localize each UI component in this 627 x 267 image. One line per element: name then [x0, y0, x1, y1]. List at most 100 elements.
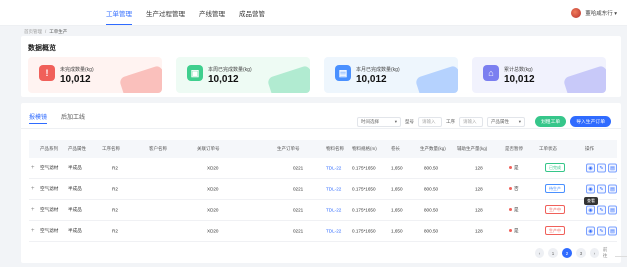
card-decoration [414, 64, 458, 93]
status-dot [509, 166, 512, 170]
table-row[interactable]: + 空气滤材 半成品 R2 XD20 0221 TDL-22 0.175*165… [29, 200, 617, 221]
cell-length: 1,650 [391, 165, 403, 171]
user-menu[interactable]: 董哈咸东行 ▾ [571, 8, 617, 18]
filter-bar: 时间选择 ▾ 型号 请输入 工序 请输入 产品属性 ▾ 划粗工单 导入生产订单 [357, 116, 611, 127]
edit-icon[interactable]: ✎ [597, 205, 606, 215]
import-order-button[interactable]: 导入生产订单 [570, 116, 611, 127]
subtab-post-process[interactable]: 后加工线 [61, 112, 85, 124]
cell-material-link[interactable]: TDL-22 [326, 208, 341, 213]
cell-material-link[interactable]: TDL-22 [326, 187, 341, 192]
row-actions: ◉ ✎ ▤ [586, 163, 617, 173]
goto-label: 前往 [602, 247, 608, 258]
expand-icon[interactable]: + [31, 228, 35, 234]
cell-attr: 半成品 [68, 207, 82, 212]
paused-text: 是 [514, 207, 519, 212]
column-header: 生产订单号 [277, 146, 300, 151]
cell-related-order: XD20 [207, 186, 219, 192]
stat-label: 本周已完成数量(kg) [208, 67, 252, 73]
view-icon[interactable]: ◉ [586, 205, 595, 215]
process-label: 工序 [446, 118, 455, 124]
status-badge: 生产中 [545, 205, 565, 214]
column-header: 卷长 [391, 146, 400, 151]
model-input[interactable]: 请输入 [418, 116, 442, 127]
page-button[interactable]: 3 [575, 248, 586, 258]
view-icon[interactable]: ◉ [586, 226, 595, 236]
page-button[interactable]: 2 [561, 248, 572, 258]
cell-attr: 半成品 [68, 228, 82, 233]
cell-paused: 否 [509, 186, 519, 192]
time-select[interactable]: 时间选择 ▾ [357, 116, 401, 127]
chevron-down-icon: ▾ [518, 118, 521, 124]
cell-attr: 半成品 [68, 165, 82, 170]
goto-input[interactable] [614, 249, 627, 257]
breadcrumb-home[interactable]: 首页管理 [24, 29, 42, 35]
table-row[interactable]: + 空气滤材 半成品 R2 XD20 0221 TDL-22 0.175*165… [29, 221, 617, 242]
expand-icon[interactable]: + [31, 165, 35, 171]
cell-material-link[interactable]: TDL-22 [326, 229, 341, 234]
next-page-button[interactable]: › [589, 248, 599, 258]
column-header: 工单状态 [539, 146, 557, 151]
stat-card: ! 未完成数量(kg) 10,012 [28, 57, 162, 93]
subtab-report[interactable]: 报模镜 [29, 112, 48, 124]
cell-related-order: XD20 [207, 228, 219, 234]
row-actions: ◉ ✎ ▤ [586, 205, 617, 215]
process-input[interactable]: 请输入 [459, 116, 483, 127]
tab-production-process[interactable]: 生产过程管理 [146, 8, 185, 25]
row-actions: ◉ ✎ ▤ [586, 226, 617, 236]
edit-icon[interactable]: ✎ [597, 163, 606, 173]
column-header: 关联订单号 [197, 146, 220, 151]
table-row[interactable]: + 空气滤材 半成品 R2 XD20 0221 TDL-22 0.175*165… [29, 158, 617, 179]
report-icon[interactable]: ▤ [608, 184, 617, 194]
cell-aux-quantity: 128 [475, 228, 483, 234]
tab-work-order[interactable]: 工单管理 [106, 8, 132, 25]
stat-value: 10,012 [208, 74, 239, 85]
product-attr-label: 产品属性 [491, 118, 509, 124]
column-header: 辅助生产量(kg) [457, 146, 488, 151]
stat-label: 未完成数量(kg) [60, 67, 94, 73]
tab-line-management[interactable]: 产线管理 [199, 8, 225, 25]
prev-page-button[interactable]: ‹ [535, 248, 544, 258]
report-icon[interactable]: ▤ [608, 163, 617, 173]
stat-card: ▣ 本周已完成数量(kg) 10,012 [176, 57, 310, 93]
status-badge: 生产中 [545, 226, 565, 235]
work-order-panel: 报模镜 后加工线 时间选择 ▾ 型号 请输入 工序 请输入 产品属性 ▾ 划粗工… [21, 103, 627, 263]
row-actions: ◉ ✎ ▤ [586, 184, 617, 194]
cell-spec: 0.175*1650 [352, 165, 376, 171]
tab-finished-goods[interactable]: 成品营管 [239, 8, 265, 25]
cell-process: R2 [112, 165, 118, 171]
product-attr-select[interactable]: 产品属性 ▾ [487, 116, 525, 127]
cell-aux-quantity: 128 [475, 165, 483, 171]
paused-text: 否 [514, 186, 519, 191]
edit-icon[interactable]: ✎ [597, 226, 606, 236]
column-header: 产品属性 [68, 146, 86, 151]
paused-text: 是 [514, 228, 519, 233]
total-icon: ⌂ [483, 65, 499, 81]
edit-icon[interactable]: ✎ [597, 184, 606, 194]
stat-label: 累计总数(kg) [504, 67, 533, 73]
cell-order-no: 0221 [293, 186, 304, 192]
card-decoration [562, 64, 606, 93]
expand-icon[interactable]: + [31, 186, 35, 192]
cell-material-link[interactable]: TDL-22 [326, 166, 341, 171]
cell-paused: 是 [509, 228, 519, 234]
time-select-label: 时间选择 [361, 118, 379, 124]
column-header: 物料规格(m) [352, 146, 377, 151]
report-icon[interactable]: ▤ [608, 205, 617, 215]
divider [21, 128, 621, 129]
view-icon[interactable]: ◉ [586, 184, 595, 194]
column-header: 产品系列 [40, 146, 58, 151]
table-row[interactable]: + 空气滤材 半成品 R2 XD20 0221 TDL-22 0.175*165… [29, 179, 617, 200]
column-header: 工序名称 [102, 146, 120, 151]
status-dot [509, 187, 512, 191]
expand-icon[interactable]: + [31, 207, 35, 213]
card-decoration [266, 64, 310, 93]
top-navbar: 工单管理 生产过程管理 产线管理 成品营管 董哈咸东行 ▾ [0, 0, 627, 26]
create-order-button[interactable]: 划粗工单 [535, 116, 567, 127]
cell-aux-quantity: 128 [475, 207, 483, 213]
breadcrumb-current: 工单生产 [49, 29, 68, 34]
report-icon[interactable]: ▤ [608, 226, 617, 236]
cell-quantity: 800.50 [424, 186, 439, 192]
view-icon[interactable]: ◉ [586, 163, 595, 173]
cell-length: 1,650 [391, 207, 403, 213]
page-button[interactable]: 1 [547, 248, 558, 258]
